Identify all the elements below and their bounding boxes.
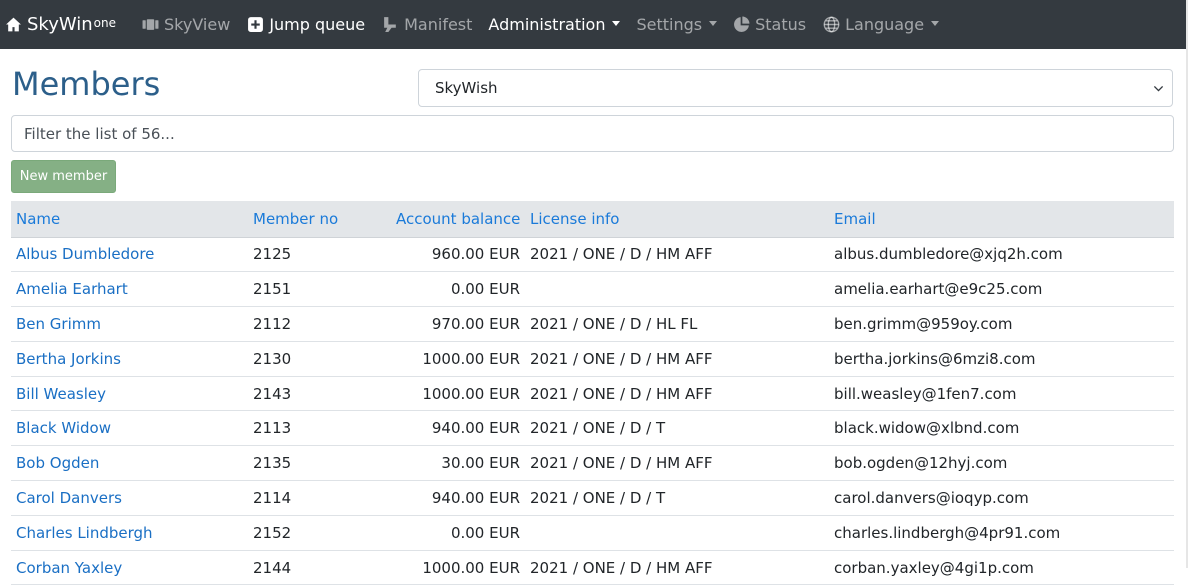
- member-email: albus.dumbledore@xjq2h.com: [829, 237, 1174, 273]
- pie-chart-icon: [734, 16, 750, 32]
- member-number: 2112: [248, 306, 391, 342]
- home-icon: [6, 17, 21, 32]
- account-balance: 970.00 EUR: [391, 306, 525, 342]
- license-info: 2021 / ONE / D / T: [525, 410, 829, 447]
- account-balance: 30.00 EUR: [391, 445, 525, 482]
- member-name-link[interactable]: Carol Danvers: [11, 480, 248, 516]
- member-email: black.widow@xlbnd.com: [829, 410, 1174, 447]
- table-row[interactable]: Carol Danvers 2114 940.00 EUR 2021 / ONE…: [11, 480, 1174, 516]
- account-balance: 940.00 EUR: [391, 410, 525, 447]
- nav-jump-queue-label: Jump queue: [269, 15, 366, 34]
- nav-language[interactable]: Language: [823, 0, 940, 49]
- license-info: [525, 271, 829, 308]
- nav-status-label: Status: [755, 15, 807, 34]
- account-balance: 1000.00 EUR: [391, 376, 525, 412]
- nav-settings-label: Settings: [636, 15, 703, 34]
- member-email: amelia.earhart@e9c25.com: [829, 271, 1174, 308]
- license-info: 2021 / ONE / D / HM AFF: [525, 445, 829, 482]
- nav-manifest-label: Manifest: [404, 15, 473, 34]
- member-name-link[interactable]: Bill Weasley: [11, 376, 248, 412]
- member-name-link[interactable]: Bertha Jorkins: [11, 341, 248, 377]
- brand-name: SkyWin: [27, 14, 93, 35]
- table-row[interactable]: Black Widow 2113 940.00 EUR 2021 / ONE /…: [11, 410, 1174, 447]
- account-balance: 940.00 EUR: [391, 480, 525, 516]
- column-header-name[interactable]: Name: [11, 201, 248, 238]
- member-name-link[interactable]: Bob Ogden: [11, 445, 248, 482]
- manifest-icon: [384, 17, 396, 32]
- account-balance: 1000.00 EUR: [391, 341, 525, 377]
- member-number: 2114: [248, 480, 391, 516]
- license-info: 2021 / ONE / D / HM AFF: [525, 341, 829, 377]
- table-row[interactable]: Bertha Jorkins 2130 1000.00 EUR 2021 / O…: [11, 341, 1174, 377]
- license-info: 2021 / ONE / D / HM AFF: [525, 237, 829, 273]
- globe-icon: [823, 16, 840, 33]
- nav-administration[interactable]: Administration: [488, 0, 621, 49]
- account-balance: 0.00 EUR: [391, 515, 525, 551]
- club-select[interactable]: SkyWish: [418, 69, 1173, 107]
- column-header-member-no[interactable]: Member no: [248, 201, 391, 238]
- brand-superscript: one: [93, 15, 117, 30]
- nav-settings[interactable]: Settings: [636, 0, 718, 49]
- nav-skyview[interactable]: SkyView: [142, 0, 230, 49]
- chevron-down-icon: [612, 21, 621, 26]
- nav-jump-queue[interactable]: Jump queue: [247, 0, 365, 49]
- brand-link[interactable]: SkyWin one: [5, 0, 116, 49]
- new-member-button[interactable]: New member: [11, 160, 116, 193]
- member-email: carol.danvers@ioqyp.com: [829, 480, 1174, 516]
- table-row[interactable]: Ben Grimm 2112 970.00 EUR 2021 / ONE / D…: [11, 306, 1174, 342]
- chevron-down-icon: [709, 21, 718, 26]
- member-email: bill.weasley@1fen7.com: [829, 376, 1174, 412]
- member-name-link[interactable]: Charles Lindbergh: [11, 515, 248, 551]
- nav-status[interactable]: Status: [733, 0, 806, 49]
- top-navbar: SkyWin one SkyView Jump queue Manifest Ad…: [0, 0, 1186, 49]
- account-balance: 960.00 EUR: [391, 237, 525, 273]
- members-table: Name Member no Account balance License i…: [11, 201, 1174, 585]
- member-name-link[interactable]: Ben Grimm: [11, 306, 248, 342]
- member-email: bertha.jorkins@6mzi8.com: [829, 341, 1174, 377]
- nav-language-label: Language: [845, 15, 925, 34]
- table-row[interactable]: Bill Weasley 2143 1000.00 EUR 2021 / ONE…: [11, 376, 1174, 412]
- license-info: [525, 515, 829, 551]
- filter-input[interactable]: [11, 115, 1174, 152]
- plus-square-icon: [248, 17, 264, 32]
- member-number: 2135: [248, 445, 391, 482]
- license-info: 2021 / ONE / D / HM AFF: [525, 376, 829, 412]
- table-row[interactable]: Charles Lindbergh 2152 0.00 EUR charles.…: [11, 515, 1174, 551]
- member-email: ben.grimm@959oy.com: [829, 306, 1174, 342]
- member-number: 2113: [248, 410, 391, 447]
- table-row[interactable]: Amelia Earhart 2151 0.00 EUR amelia.earh…: [11, 271, 1174, 308]
- chevron-down-icon: [931, 21, 940, 26]
- table-row[interactable]: Bob Ogden 2135 30.00 EUR 2021 / ONE / D …: [11, 445, 1174, 482]
- nav-manifest[interactable]: Manifest: [382, 0, 472, 49]
- club-select-value: SkyWish: [435, 79, 498, 97]
- member-number: 2130: [248, 341, 391, 377]
- license-info: 2021 / ONE / D / HL FL: [525, 306, 829, 342]
- member-number: 2152: [248, 515, 391, 551]
- license-info: 2021 / ONE / D / T: [525, 480, 829, 516]
- chevron-down-icon: [1153, 85, 1164, 92]
- member-name-link[interactable]: Albus Dumbledore: [11, 237, 248, 273]
- nav-skyview-label: SkyView: [164, 15, 231, 34]
- table-row[interactable]: Albus Dumbledore 2125 960.00 EUR 2021 / …: [11, 237, 1174, 273]
- member-number: 2125: [248, 237, 391, 273]
- member-email: bob.ogden@12hyj.com: [829, 445, 1174, 482]
- column-header-account-balance[interactable]: Account balance: [391, 201, 525, 238]
- film-icon: [142, 19, 159, 30]
- account-balance: 0.00 EUR: [391, 271, 525, 308]
- member-number: 2151: [248, 271, 391, 308]
- member-name-link[interactable]: Black Widow: [11, 410, 248, 447]
- member-number: 2143: [248, 376, 391, 412]
- member-name-link[interactable]: Amelia Earhart: [11, 271, 248, 308]
- table-header-row: Name Member no Account balance License i…: [11, 201, 1174, 238]
- column-header-email[interactable]: Email: [829, 201, 1174, 238]
- column-header-license-info[interactable]: License info: [525, 201, 829, 238]
- page-title: Members: [12, 65, 161, 103]
- member-email: charles.lindbergh@4pr91.com: [829, 515, 1174, 551]
- nav-administration-label: Administration: [488, 15, 606, 34]
